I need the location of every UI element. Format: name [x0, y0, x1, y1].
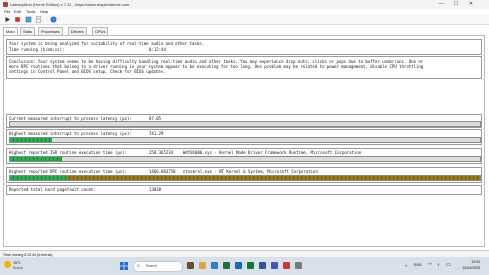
conclusion-line-3: settings in Control Panel and BIOS setup…: [9, 69, 166, 74]
clock-time[interactable]: 13:00: [458, 260, 480, 264]
main-panel: Your system is being analyzed for suitab…: [3, 35, 485, 247]
pagefault-value: 13838: [149, 187, 162, 192]
highest-interrupt-bar: [9, 137, 481, 143]
minimize-button[interactable]: —: [437, 1, 445, 8]
highest-interrupt-bar-fill: [10, 138, 53, 142]
highest-interrupt-box: Highest measured interrupt to process la…: [6, 129, 482, 145]
highest-dpc-bar: [9, 175, 481, 181]
settings-icon[interactable]: [295, 262, 302, 269]
pagefault-label: Reported total hard pagefault count:: [9, 187, 96, 192]
start-icon[interactable]: [120, 262, 128, 270]
highest-interrupt-value: 741.29: [149, 131, 164, 136]
search-icon: ⌕: [137, 263, 140, 269]
highest-dpc-label: Highest reported DPC routine execution t…: [9, 169, 128, 174]
close-button[interactable]: ✕: [467, 1, 475, 8]
wifi-icon[interactable]: ◠: [428, 262, 432, 268]
title-bar: LatencyMon (Home Edition) v 7.31 - https…: [0, 0, 489, 9]
highest-isr-driver: Wdf01000.sys - Kernel Mode Driver Framew…: [183, 150, 362, 155]
highest-dpc-value: 1466.083750: [149, 169, 176, 174]
maximize-button[interactable]: ☐: [452, 1, 460, 8]
battery-icon[interactable]: ▭: [446, 262, 451, 268]
highest-isr-bar-fill: [10, 157, 62, 161]
highest-dpc-bar-fill: [10, 176, 480, 180]
current-interrupt-box: Current measured interrupt to process la…: [6, 114, 482, 128]
conclusion-box: Conclusion: Your system seems to be havi…: [6, 56, 482, 79]
search-box[interactable]: ⌕ Search: [133, 261, 183, 272]
highest-isr-value: 258.365234: [149, 150, 174, 155]
highest-isr-box: Highest reported ISR routine execution t…: [6, 148, 482, 164]
search-placeholder: Search: [146, 264, 158, 268]
highest-dpc-box: Highest reported DPC routine execution t…: [6, 167, 482, 183]
toolbar: ?: [0, 15, 489, 25]
tray-lang[interactable]: ENG: [414, 263, 422, 267]
weather-desc: Sunny: [13, 266, 23, 270]
outlook-icon[interactable]: [235, 262, 242, 269]
tab-processes[interactable]: Processes: [38, 27, 63, 35]
current-interrupt-bar: [9, 121, 481, 127]
tab-stats[interactable]: Stats: [20, 27, 36, 35]
report-icon[interactable]: [35, 16, 42, 23]
status-text: Time running 0:12:44 (h:mm:ss): [3, 252, 53, 257]
volume-icon[interactable]: ♪: [437, 262, 440, 268]
pagefault-box: Reported total hard pagefault count: 138…: [6, 185, 482, 195]
app-green-icon[interactable]: [247, 262, 254, 269]
play-icon[interactable]: [4, 16, 11, 23]
teams-icon[interactable]: [271, 262, 278, 269]
highest-isr-label: Highest reported ISR routine execution t…: [9, 150, 128, 155]
excel-icon[interactable]: [223, 262, 230, 269]
latencymon-taskbar-icon[interactable]: [283, 262, 290, 269]
running-label: Time running (h:mm:ss):: [9, 47, 65, 52]
running-value: 0:12:44: [149, 47, 166, 52]
copy-icon[interactable]: [25, 16, 32, 23]
weather-temp: 15°C: [13, 261, 21, 265]
highest-interrupt-label: Highest measured interrupt to process la…: [9, 131, 132, 136]
tab-cpus[interactable]: CPUs: [92, 27, 109, 35]
explorer-icon[interactable]: [199, 262, 206, 269]
highest-dpc-driver: ntoskrnl.exe - NT Kernel & System, Micro…: [183, 169, 318, 174]
tray-chevron-icon[interactable]: ˄: [405, 263, 407, 268]
tab-drivers[interactable]: Drivers: [68, 27, 87, 35]
word-icon[interactable]: [259, 262, 266, 269]
tab-strip: Main Stats Processes Drivers CPUs: [0, 27, 489, 36]
stop-icon[interactable]: [14, 16, 21, 23]
taskbar: 15°C Sunny ⌕ Search ˄ ENG ◠ ♪ ▭ 13:00 22…: [0, 257, 489, 275]
taskview-icon[interactable]: [187, 262, 194, 269]
edge-icon[interactable]: [211, 262, 218, 269]
window-title: LatencyMon (Home Edition) v 7.31 - https…: [10, 2, 130, 7]
weather-icon[interactable]: [4, 261, 11, 268]
summary-text: Your system is being analyzed for suitab…: [9, 41, 205, 46]
help-icon[interactable]: ?: [50, 16, 57, 23]
summary-box: Your system is being analyzed for suitab…: [6, 39, 482, 55]
highest-isr-bar: [9, 156, 481, 162]
app-icon: [3, 2, 8, 7]
clock-date[interactable]: 22/04/2025: [458, 266, 480, 270]
